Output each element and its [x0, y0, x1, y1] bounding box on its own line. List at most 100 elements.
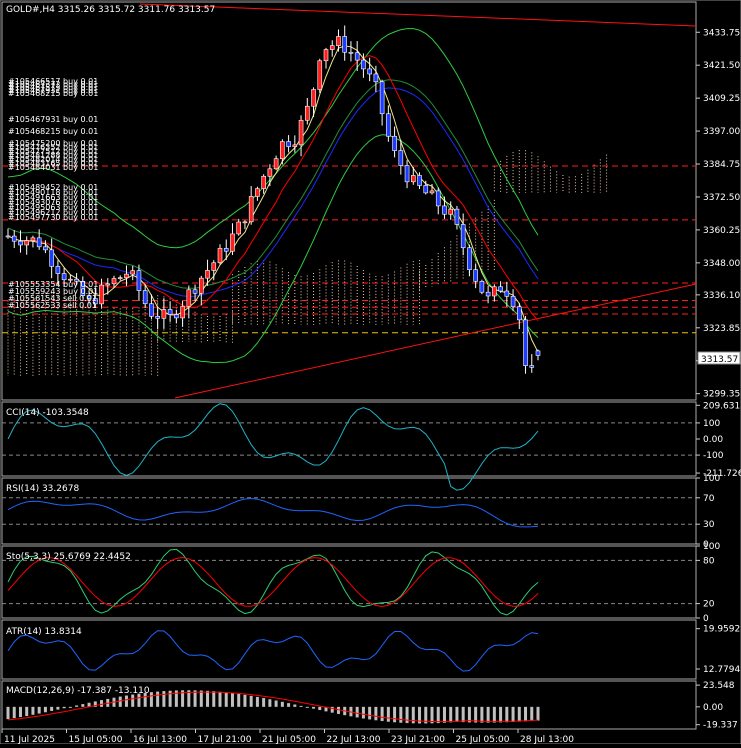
- macd-signal-line: [7, 691, 539, 723]
- macd-histogram-bar: [305, 706, 309, 708]
- candle-body: [117, 277, 123, 279]
- macd-histogram-bar: [75, 705, 79, 707]
- macd-histogram-bar: [212, 691, 216, 707]
- candle-body: [317, 60, 323, 90]
- stochastic-label: Sto(5,3,3) 25.6769 22.4452: [6, 552, 131, 562]
- cci-tick-label: 100: [703, 419, 720, 429]
- macd-histogram-bar: [492, 706, 496, 723]
- order-label: #105468215 buy 0.01: [8, 127, 98, 136]
- price-tick-label: 3348.00: [703, 259, 740, 269]
- macd-histogram-bar: [68, 706, 72, 708]
- candle-body: [5, 235, 11, 238]
- macd-histogram-bar: [31, 706, 35, 715]
- candle-body: [392, 135, 397, 151]
- macd-histogram-bar: [380, 706, 384, 722]
- rsi-tick-label: 70: [703, 494, 715, 504]
- atr-line: [7, 630, 539, 672]
- macd-histogram-bar: [6, 706, 10, 720]
- chart-canvas[interactable]: #105466517 buy 0.01#105467372 buy 0.01#1…: [0, 0, 741, 745]
- candle-body: [379, 81, 385, 115]
- time-tick-label: 15 Jul 05:00: [69, 735, 123, 744]
- sto-tick-label: 0: [703, 614, 709, 624]
- cci-tick-label: 209.6315: [703, 401, 741, 411]
- time-tick-label: 25 Jul 05:00: [456, 735, 510, 744]
- candle-body: [261, 175, 266, 189]
- candle-body: [49, 249, 54, 267]
- macd-histogram-bar: [25, 706, 29, 716]
- macd-histogram-bar: [486, 706, 490, 723]
- macd-histogram-bar: [318, 706, 322, 711]
- candle-body: [149, 303, 154, 317]
- candle-body: [186, 289, 192, 307]
- candle-body: [529, 365, 535, 368]
- macd-histogram-bar: [262, 698, 266, 707]
- chart-window[interactable]: #105466517 buy 0.01 #105467372 buy 0.01 #1…: [0, 0, 741, 745]
- macd-histogram-bar: [218, 691, 222, 707]
- macd-histogram-bar: [287, 703, 291, 707]
- atr-panel: 19.9592 12.7794: [7, 625, 740, 675]
- trend-lines: [139, 3, 697, 399]
- resistance-trend-line: [139, 3, 697, 27]
- candle-body: [435, 190, 441, 207]
- macd-histogram-bar: [131, 694, 135, 707]
- macd-histogram-bar: [237, 693, 241, 707]
- cci-panel: 209.63151000.00-100-211.7269: [2, 401, 741, 491]
- candle-body: [61, 273, 67, 281]
- candle-body: [142, 290, 148, 305]
- candle-body: [242, 221, 248, 224]
- macd-histogram-bar: [368, 706, 372, 720]
- candle-body: [273, 158, 279, 170]
- price-tick-label: 3299.35: [703, 390, 740, 400]
- time-axis: 11 Jul 2025 15 Jul 05:00 16 Jul 13:00 17 Ju…: [1, 729, 574, 745]
- macd-histogram-bar: [430, 706, 434, 724]
- atr-tick-label: 19.9592: [703, 625, 740, 635]
- candle-body: [298, 119, 304, 146]
- candle-body: [492, 286, 497, 297]
- current-price-value: 3313.57: [701, 355, 738, 365]
- panel-frame-main: [1, 1, 697, 401]
- time-tick-label: 21 Jul 05:00: [262, 735, 316, 744]
- macd-histogram-bar: [449, 706, 453, 723]
- candle-body: [323, 49, 329, 62]
- candle-body: [111, 278, 117, 285]
- sto-tick-label: 20: [703, 600, 715, 610]
- macd-histogram-bar: [162, 691, 166, 707]
- macd-histogram-bar: [361, 706, 365, 719]
- candle-body: [55, 266, 61, 274]
- candle-body: [292, 144, 298, 147]
- order-lines: [2, 165, 696, 334]
- candle-body: [248, 196, 254, 223]
- macd-histogram-bar: [499, 706, 503, 723]
- price-tick-label: 3372.50: [703, 193, 740, 203]
- candle-body: [43, 246, 48, 251]
- candle-body: [398, 150, 404, 166]
- macd-histogram-bar: [37, 706, 41, 714]
- panel-frames: [0, 0, 741, 745]
- macd-histogram-bar: [293, 704, 297, 707]
- macd-histogram-bar: [355, 706, 359, 718]
- rsi-panel: 10070300: [2, 474, 720, 550]
- macd-histogram-bar: [50, 706, 54, 711]
- order-label: #105467931 buy 0.01: [8, 115, 98, 124]
- order-label: #105497730 buy 0.01: [8, 213, 98, 222]
- candle-body: [304, 105, 310, 121]
- candle-body: [367, 68, 372, 75]
- candle-body: [18, 240, 23, 246]
- macd-histogram-bar: [56, 706, 60, 710]
- macd-histogram-bar: [168, 690, 172, 707]
- candle-body: [473, 269, 478, 282]
- candle-body: [130, 270, 136, 275]
- macd-histogram-bar: [312, 706, 316, 709]
- order-label: #105562533 sell 0.01: [8, 301, 97, 310]
- support-trend-line: [174, 283, 697, 399]
- candle-body: [230, 233, 235, 252]
- macd-histogram-bar: [536, 706, 540, 721]
- price-tick-label: 3409.25: [703, 94, 740, 104]
- candle-body: [354, 52, 360, 61]
- time-tick-label: 22 Jul 13:00: [327, 735, 381, 744]
- macd-histogram-bar: [436, 706, 440, 724]
- candle-body: [417, 175, 422, 186]
- macd-histogram-bar: [100, 700, 104, 707]
- macd-histogram-bar: [243, 694, 247, 707]
- macd-histogram-bar: [206, 690, 210, 707]
